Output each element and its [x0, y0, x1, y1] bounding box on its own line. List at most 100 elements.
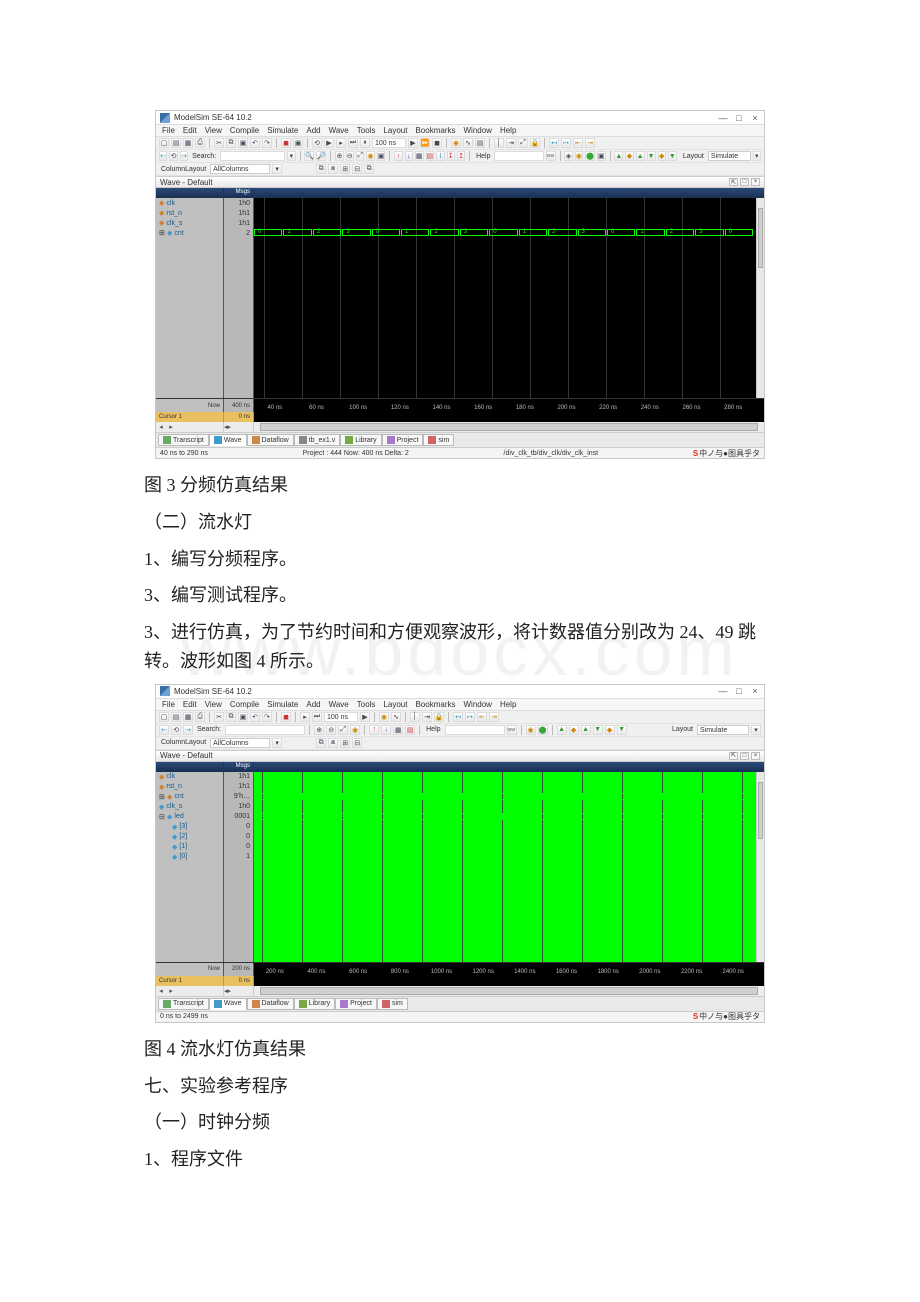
sig-e3-icon[interactable]: ↥ [457, 151, 465, 161]
zoom-full-icon[interactable]: ⤢ [338, 725, 348, 735]
close-button[interactable]: × [750, 686, 760, 696]
wave-icon[interactable]: ∿ [391, 712, 401, 722]
collapse-icon[interactable]: ⊟ [352, 164, 362, 174]
run-icon[interactable]: ▸ [336, 138, 346, 148]
redo-icon[interactable]: ↷ [262, 138, 272, 148]
menu-wave[interactable]: Wave [329, 700, 349, 709]
menubar[interactable]: File Edit View Compile Simulate Add Wave… [156, 699, 764, 711]
stop-icon[interactable]: ◼ [281, 138, 291, 148]
cursor-icon[interactable]: │ [494, 138, 504, 148]
st6-icon[interactable]: ▼ [668, 151, 677, 161]
sub-close-icon[interactable]: × [751, 178, 760, 186]
sub-max-icon[interactable]: □ [740, 178, 749, 186]
jump1-icon[interactable]: ↤ [549, 138, 559, 148]
zoom-full-icon[interactable]: ⤢ [356, 151, 364, 161]
sub-close-icon[interactable]: × [751, 752, 760, 760]
grp2-icon[interactable]: ⧉ [364, 164, 374, 174]
col-dd-icon[interactable]: ▾ [272, 738, 282, 748]
paste-icon[interactable]: ▣ [238, 138, 248, 148]
menu-add[interactable]: Add [306, 700, 320, 709]
minimize-button[interactable]: — [718, 113, 728, 123]
st5-icon[interactable]: ◆ [605, 725, 615, 735]
st3-icon[interactable]: ▲ [581, 725, 591, 735]
menu-simulate[interactable]: Simulate [267, 700, 298, 709]
nav2-icon[interactable]: ⟲ [169, 151, 177, 161]
cut-icon[interactable]: ✂ [214, 138, 224, 148]
zoom-cur-icon[interactable]: ▣ [377, 151, 386, 161]
jump4-icon[interactable]: ⇥ [489, 712, 499, 722]
lock-icon[interactable]: 🔒 [434, 712, 444, 722]
sig-dn-icon[interactable]: ↓ [405, 151, 413, 161]
cursor-icon[interactable]: │ [410, 712, 420, 722]
sub-detach-icon[interactable]: ⇱ [729, 752, 738, 760]
search-field[interactable] [220, 151, 285, 161]
restart-icon[interactable]: ⟲ [312, 138, 322, 148]
save-icon[interactable]: ▦ [183, 712, 193, 722]
stop2-icon[interactable]: ◼ [432, 138, 442, 148]
open-icon[interactable]: ▤ [171, 138, 181, 148]
compile-icon[interactable]: ▣ [293, 138, 303, 148]
layout-dd-icon[interactable]: ▾ [753, 151, 761, 161]
print-icon[interactable]: ⎙ [195, 712, 205, 722]
column-select[interactable]: AllColumns [210, 164, 270, 174]
menu-simulate[interactable]: Simulate [267, 126, 298, 135]
ungroup-icon[interactable]: ⧈ [328, 738, 338, 748]
cursor-label[interactable]: Cursor 1 [156, 412, 224, 422]
sub-detach-icon[interactable]: ⇱ [729, 178, 738, 186]
menu-layout[interactable]: Layout [383, 700, 407, 709]
jump1-icon[interactable]: ↤ [453, 712, 463, 722]
menu-wave[interactable]: Wave [329, 126, 349, 135]
sig-up-icon[interactable]: ↑ [369, 725, 379, 735]
break-icon[interactable]: ⏸ [360, 138, 370, 148]
jump4-icon[interactable]: ⇥ [585, 138, 595, 148]
jump3-icon[interactable]: ⇤ [477, 712, 487, 722]
close-button[interactable]: × [750, 113, 760, 123]
window-controls[interactable]: — □ × [718, 686, 760, 696]
zoom-icon[interactable]: ⤢ [518, 138, 528, 148]
sig-pr-icon[interactable]: ▤ [426, 151, 435, 161]
redo-icon[interactable]: ↷ [262, 712, 272, 722]
sig-pr-icon[interactable]: ▤ [405, 725, 415, 735]
menu-tools[interactable]: Tools [357, 700, 376, 709]
fmt4-icon[interactable]: ▣ [597, 151, 606, 161]
column-select[interactable]: AllColumns [210, 738, 270, 748]
search-dd-icon[interactable]: ▾ [287, 151, 295, 161]
sub-max-icon[interactable]: □ [740, 752, 749, 760]
wave-icon[interactable]: ∿ [463, 138, 473, 148]
binocular-icon[interactable]: 👓 [507, 725, 517, 735]
sig-e1-icon[interactable]: I [436, 151, 444, 161]
menu-compile[interactable]: Compile [230, 126, 259, 135]
menu-compile[interactable]: Compile [230, 700, 259, 709]
zoom-out-icon[interactable]: ⊖ [326, 725, 336, 735]
menu-bookmarks[interactable]: Bookmarks [415, 126, 455, 135]
menu-edit[interactable]: Edit [183, 126, 197, 135]
config-icon[interactable]: ◉ [379, 712, 389, 722]
fmt2-icon[interactable]: ◉ [526, 725, 536, 735]
collapse-icon[interactable]: ⊟ [352, 738, 362, 748]
window-controls[interactable]: — □ × [718, 113, 760, 123]
wave-hscroll[interactable]: ◂▸ ◂▸ [156, 986, 764, 996]
expand-icon[interactable]: ⊞ [340, 164, 350, 174]
zoom-out-icon[interactable]: ⊖ [346, 151, 354, 161]
sig-e2-icon[interactable]: ↧ [447, 151, 455, 161]
wave-hscroll[interactable]: ◂▸ ◂▸ [156, 422, 764, 432]
runtime-field[interactable]: 100 ns [324, 712, 358, 722]
wave-vscroll[interactable] [756, 198, 764, 398]
menu-window[interactable]: Window [463, 126, 491, 135]
undo-icon[interactable]: ↶ [250, 712, 260, 722]
st4-icon[interactable]: ▼ [593, 725, 603, 735]
open-icon[interactable]: ▤ [171, 712, 181, 722]
run-all-icon[interactable]: ⏭ [348, 138, 358, 148]
new-icon[interactable]: ▢ [159, 712, 169, 722]
subwindow-controls[interactable]: ⇱ □ × [729, 178, 760, 186]
copy-icon[interactable]: ⧉ [226, 712, 236, 722]
help-field[interactable] [494, 151, 543, 161]
st5-icon[interactable]: ◆ [658, 151, 666, 161]
menubar[interactable]: File Edit View Compile Simulate Add Wave… [156, 125, 764, 137]
waveform-area[interactable]: 01230123012301230 [254, 198, 764, 398]
find2-icon[interactable]: 🔎 [316, 151, 326, 161]
binocular-icon[interactable]: 👓 [546, 151, 556, 161]
waveform-area[interactable]: 9'h00000100100100100000010010 [254, 772, 764, 962]
st6-icon[interactable]: ▼ [617, 725, 627, 735]
copy-icon[interactable]: ⧉ [226, 138, 236, 148]
